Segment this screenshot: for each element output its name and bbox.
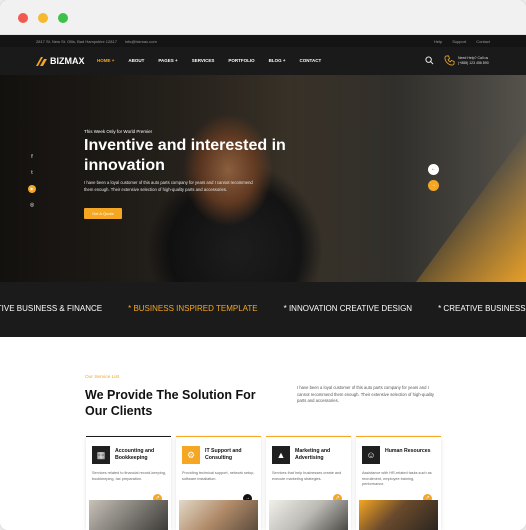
support-link[interactable]: Support — [452, 39, 466, 44]
service-card-text: Services related to financial record-kee… — [92, 471, 166, 481]
email-link[interactable]: info@bizmax.com — [125, 39, 157, 44]
window-chrome — [0, 0, 526, 35]
menu-item-services[interactable]: SERVICES — [192, 58, 215, 63]
service-card-image — [89, 500, 168, 530]
contact-link[interactable]: Contact — [476, 39, 490, 44]
service-card-text: Providing technical support, network set… — [182, 471, 255, 481]
megaphone-icon: ▲ — [272, 446, 290, 464]
services-section: Our Service List We Provide The Solution… — [0, 337, 526, 530]
service-card-title: Accounting and Bookkeeping — [115, 448, 155, 461]
service-card-human-resources[interactable]: ☺ Human Resources Assistance with HR-rel… — [356, 436, 441, 530]
minimize-window-button[interactable] — [38, 13, 48, 23]
brand-name: BIZMAX — [50, 56, 85, 66]
it-support-icon: ⚙ — [182, 446, 200, 464]
services-eyebrow: Our Service List — [85, 375, 120, 380]
service-card-image — [179, 500, 258, 530]
service-card-title: Human Resources — [385, 448, 431, 454]
menu-item-portfolio[interactable]: PORTFOLIO — [228, 58, 254, 63]
service-card-marketing[interactable]: ▲ Marketing and Advertising Services tha… — [266, 436, 351, 530]
hero-tagline: This Week Only for World Premier — [84, 129, 153, 134]
facebook-icon[interactable]: f — [28, 153, 36, 161]
calculator-icon: ▦ — [92, 446, 110, 464]
slider-next-button[interactable]: → — [428, 180, 439, 191]
primary-menu: HOME + ABOUT PAGES + SERVICES PORTFOLIO … — [97, 58, 321, 63]
ticker-item: * INNOVATION CREATIVE DESIGN — [283, 304, 413, 313]
menu-item-home[interactable]: HOME + — [97, 58, 114, 63]
ticker-item: * BUSINESS INSPIRED TEMPLATE — [128, 304, 258, 313]
ticker-item: ATIVE BUSINESS & FINANCE — [0, 304, 103, 313]
hero-section: f t ▶ ◎ This Week Only for World Premier… — [0, 75, 526, 282]
menu-item-blog[interactable]: BLOG + — [269, 58, 286, 63]
top-info-bar: 2817 St. New St. Ollis, Bad Hampshire 12… — [0, 35, 526, 47]
maximize-window-button[interactable] — [58, 13, 68, 23]
browser-window: 2817 St. New St. Ollis, Bad Hampshire 12… — [0, 0, 526, 530]
hero-title: Inventive and interested in innovation — [84, 137, 286, 174]
help-link[interactable]: Help — [434, 39, 442, 44]
service-card-image — [269, 500, 348, 530]
get-quote-button[interactable]: Get A Quote — [84, 208, 122, 219]
menu-item-contact[interactable]: CONTACT — [300, 58, 322, 63]
service-card-text: Services that help businesses create and… — [272, 471, 342, 481]
youtube-icon[interactable]: ▶ — [28, 185, 36, 193]
ticker-item: * CREATIVE BUSINESS — [438, 304, 526, 313]
phone-number[interactable]: (+888) 123 456 890 — [458, 61, 489, 66]
service-card-it-support[interactable]: ⚙ IT Support and Consulting Providing te… — [176, 436, 261, 530]
hero-description: I have been a loyal customer of this aut… — [84, 180, 253, 192]
ticker-track: ATIVE BUSINESS & FINANCE * BUSINESS INSP… — [0, 304, 526, 313]
address-text: 2817 St. New St. Ollis, Bad Hampshire 12… — [36, 39, 117, 44]
service-card-title: Marketing and Advertising — [295, 448, 331, 461]
services-title: We Provide The Solution For Our Clients — [85, 388, 256, 418]
search-icon[interactable] — [425, 56, 434, 65]
services-intro: I have been a loyal customer of this aut… — [297, 385, 435, 404]
logo-icon — [36, 56, 47, 66]
social-links: f t ▶ ◎ — [28, 153, 36, 209]
brand-logo[interactable]: BIZMAX — [36, 56, 85, 66]
main-navbar: BIZMAX HOME + ABOUT PAGES + SERVICES POR… — [0, 47, 526, 75]
slider-prev-button[interactable]: ← — [428, 164, 439, 175]
service-card-text: Assistance with HR-related tasks such as… — [362, 471, 432, 487]
service-card-accounting[interactable]: ▦ Accounting and Bookkeeping Services re… — [86, 436, 171, 530]
phone-icon — [444, 55, 455, 66]
close-window-button[interactable] — [18, 13, 28, 23]
people-icon: ☺ — [362, 446, 380, 464]
service-card-image — [359, 500, 438, 530]
twitter-icon[interactable]: t — [28, 169, 36, 177]
menu-item-about[interactable]: ABOUT — [128, 58, 144, 63]
menu-item-pages[interactable]: PAGES + — [158, 58, 177, 63]
phone-block: Need Help? Call us (+888) 123 456 890 — [458, 56, 489, 66]
marquee-ticker: ATIVE BUSINESS & FINANCE * BUSINESS INSP… — [0, 282, 526, 337]
dribbble-icon[interactable]: ◎ — [28, 201, 36, 209]
service-card-title: IT Support and Consulting — [205, 448, 242, 461]
